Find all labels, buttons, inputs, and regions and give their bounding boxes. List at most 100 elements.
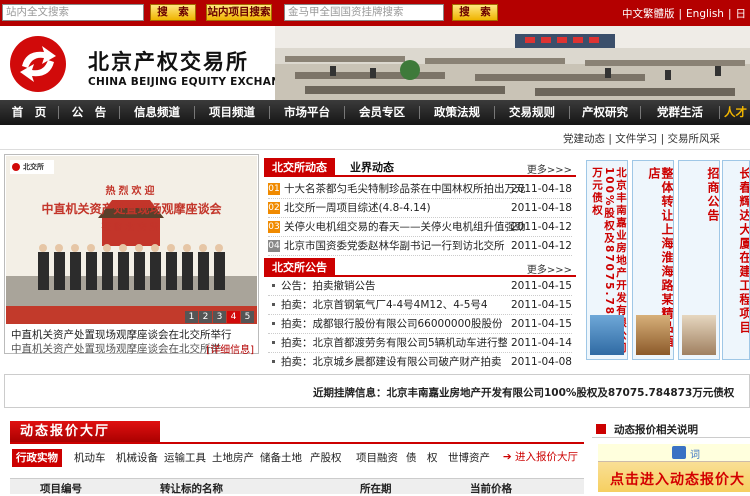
square-icon (596, 424, 606, 434)
news-item[interactable]: 04 北京市国资委党委赵林华副书记一行到访北交所 2011-04-12 (268, 237, 572, 256)
ticker-text[interactable]: 近期挂牌信息：北京丰南嘉业房地产开发有限公司100%股权及87075.78487… (313, 385, 750, 400)
ad-fengnan-equity[interactable]: 北京丰南嘉业房地产开发有限公司100%股权及87075.784873万元债权 (586, 160, 628, 360)
listing-ticker[interactable]: 近期挂牌信息：北京丰南嘉业房地产开发有限公司100%股权及87075.78487… (4, 374, 750, 408)
news-rank: 03 (268, 221, 280, 233)
price-board-tabs: 行政实物 机动车 机械设备 运输工具 土地房产 储备土地 产股权 项目融资 债 … (8, 446, 584, 468)
slideshow-banner-line2: 中直机关资产处置现场观摩座谈会 (6, 200, 257, 217)
tab-land-property[interactable]: 土地房产 (212, 449, 254, 467)
ad-shanghai-hotel[interactable]: 整体转让上海淮海路某精品酒店 (632, 160, 674, 360)
notice-item[interactable]: 拍卖：北京城乡晨都建设有限公司破产财产拍卖 2011-04-08 (268, 353, 572, 372)
tab-machinery[interactable]: 机械设备 (116, 449, 158, 467)
translation-toolbar: 词 (598, 444, 750, 462)
news-title[interactable]: 北交所一周项目综述(4.8-4.14) (284, 202, 431, 214)
tab-debt[interactable]: 债 权 (406, 449, 438, 467)
nav-project-channel[interactable]: 项目频道 (195, 100, 269, 125)
logo-arrows-icon (10, 36, 66, 92)
tab-industry-news[interactable]: 业界动态 (350, 158, 394, 177)
slide-page-3[interactable]: 3 (213, 311, 226, 323)
tab-financing[interactable]: 项目融资 (356, 449, 398, 467)
site-header: 北京产权交易所 CHINA BEIJING EQUITY EXCHANGE (0, 26, 750, 100)
slideshow-photo[interactable]: 北交所 热烈欢迎 中直机关资产处置现场观摩座谈会 莅临北交所 (6, 156, 257, 324)
news-rank: 01 (268, 183, 280, 195)
nav-info-channel[interactable]: 信息频道 (120, 100, 194, 125)
nav-announcements[interactable]: 公 告 (59, 100, 119, 125)
notice-title[interactable]: 拍卖：成都银行股份有限公司66000000股股份 (281, 318, 502, 330)
slideshow-caption[interactable]: 中直机关资产处置现场观摩座谈会在北交所举行 (11, 327, 232, 342)
national-search-button[interactable]: 搜 索 (452, 4, 498, 21)
project-search-button[interactable]: 站内项目搜索 (206, 4, 272, 21)
news-item[interactable]: 03关停火电机组交易的春天——关停火电机组升值强劲 2011-04-12 (268, 218, 572, 237)
ad-changchun-building[interactable]: 长春辉达大厦在建工程项目 (722, 160, 750, 360)
slide-page-2[interactable]: 2 (199, 311, 212, 323)
enter-board-link[interactable]: ➔ 进入报价大厅 (503, 449, 578, 464)
nav-market-platform[interactable]: 市场平台 (270, 100, 344, 125)
news-title[interactable]: 北京市国资委党委赵林华副书记一行到访北交所 (284, 240, 505, 252)
subnav-exchange-style[interactable]: 交易所风采 (668, 133, 721, 145)
notice-more-link[interactable]: 更多>>> (527, 261, 572, 276)
tab-reserve-land[interactable]: 储备土地 (260, 449, 302, 467)
col-period: 所在期 (360, 481, 392, 496)
enter-quote-hall-ad[interactable]: 词 点击进入动态报价大 (598, 444, 750, 492)
tab-admin-assets[interactable]: 行政实物 (12, 449, 62, 467)
slideshow-pager: 1 2 3 4 5 (184, 311, 254, 323)
ad-text: 点击进入动态报价大 (610, 469, 745, 489)
news-date: 2011-04-12 (511, 237, 572, 256)
nav-trading-rules[interactable]: 交易规则 (495, 100, 569, 125)
dictionary-label[interactable]: 词 (690, 446, 700, 461)
col-current-price: 当前价格 (470, 481, 512, 496)
ad-image (590, 315, 624, 355)
news-more-link[interactable]: 更多>>> (527, 161, 572, 176)
trading-floor-image (275, 26, 750, 100)
news-item[interactable]: 01 十大名茶都匀毛尖特制珍品茶在中国林权所拍出万元 2011-04-18 (268, 180, 572, 199)
slideshow-summary: 中直机关资产处置现场观摩座谈会在北交所举 (11, 341, 221, 356)
nav-policies[interactable]: 政策法规 (420, 100, 494, 125)
traditional-chinese-link[interactable]: 中文繁體版 (618, 8, 679, 20)
nav-home[interactable]: 首 页 (0, 100, 58, 125)
news-rank: 04 (268, 240, 280, 252)
notice-item[interactable]: 拍卖：成都银行股份有限公司66000000股股份 2011-04-15 (268, 315, 572, 334)
ad-investment-notice[interactable]: 招商公告 (678, 160, 720, 360)
tab-transport[interactable]: 运输工具 (164, 449, 206, 467)
notice-item[interactable]: 公告：拍卖撤销公告 2011-04-15 (268, 277, 572, 296)
slideshow-details-link[interactable]: [详细信息] (206, 341, 254, 356)
news-item[interactable]: 02北交所一周项目综述(4.8-4.14) 2011-04-18 (268, 199, 572, 218)
tab-cbex-notices[interactable]: 北交所公告 (264, 258, 335, 277)
ad-text: 长春辉达大厦在建工程项目 (723, 167, 750, 335)
site-search-input[interactable]: 站内全文搜索 (2, 4, 144, 21)
main-nav: 首 页 公 告 信息频道 项目频道 市场平台 会员专区 政策法规 交易规则 产权… (0, 100, 750, 125)
ticker-main[interactable]: 近期挂牌信息：北京丰南嘉业房地产开发有限公司100%股权及87075.78487… (313, 387, 734, 399)
tab-expo-assets[interactable]: 世博资产 (448, 449, 490, 467)
slide-page-4[interactable]: 4 (227, 311, 240, 323)
dictionary-icon[interactable] (672, 446, 686, 459)
ad-image (682, 315, 716, 355)
news-title[interactable]: 关停火电机组交易的春天——关停火电机组升值强劲 (284, 221, 526, 233)
nav-talent[interactable]: 人才 (724, 100, 750, 125)
nav-research[interactable]: 产权研究 (570, 100, 640, 125)
notice-title[interactable]: 拍卖：北京首都渡劳务有限公司5辆机动车进行整体打包 (281, 337, 540, 349)
quote-help-title[interactable]: 动态报价相关说明 (592, 422, 750, 438)
slide-page-5[interactable]: 5 (241, 311, 254, 323)
english-link[interactable]: English (682, 8, 728, 20)
slide-page-1[interactable]: 1 (185, 311, 198, 323)
cbex-logo[interactable] (10, 36, 66, 92)
notice-title[interactable]: 公告：拍卖撤销公告 (281, 280, 376, 292)
japanese-link[interactable]: 日 (732, 8, 750, 20)
national-search-input[interactable]: 金马甲全国国资挂牌搜索 (284, 4, 444, 21)
notice-item[interactable]: 拍卖：北京首钢氧气厂4-4号4M12、4-5号4 2011-04-15 (268, 296, 572, 315)
tab-equity[interactable]: 产股权 (310, 449, 342, 467)
notice-title[interactable]: 拍卖：北京城乡晨都建设有限公司破产财产拍卖 (281, 356, 502, 368)
tab-cbex-news[interactable]: 北交所动态 (264, 158, 335, 177)
subnav-party-news[interactable]: 党建动态 (563, 133, 605, 145)
price-board-title: 动态报价大厅 (10, 421, 160, 443)
nav-member-zone[interactable]: 会员专区 (345, 100, 419, 125)
news-date: 2011-04-18 (511, 180, 572, 199)
subnav-study-docs[interactable]: 文件学习 (615, 133, 657, 145)
notice-title[interactable]: 拍卖：北京首钢氧气厂4-4号4M12、4-5号4 (281, 299, 488, 311)
photo-slideshow[interactable]: 北交所 热烈欢迎 中直机关资产处置现场观摩座谈会 莅临北交所 1 2 3 4 5… (4, 154, 259, 354)
nav-party-life[interactable]: 党群生活 (641, 100, 719, 125)
news-title[interactable]: 十大名茶都匀毛尖特制珍品茶在中国林权所拍出万元 (284, 183, 526, 195)
notice-item[interactable]: 拍卖：北京首都渡劳务有限公司5辆机动车进行整体打包 2011-04-14 (268, 334, 572, 353)
tab-vehicles[interactable]: 机动车 (74, 449, 106, 467)
trading-floor-banner (275, 26, 750, 100)
site-search-button[interactable]: 搜 索 (150, 4, 196, 21)
